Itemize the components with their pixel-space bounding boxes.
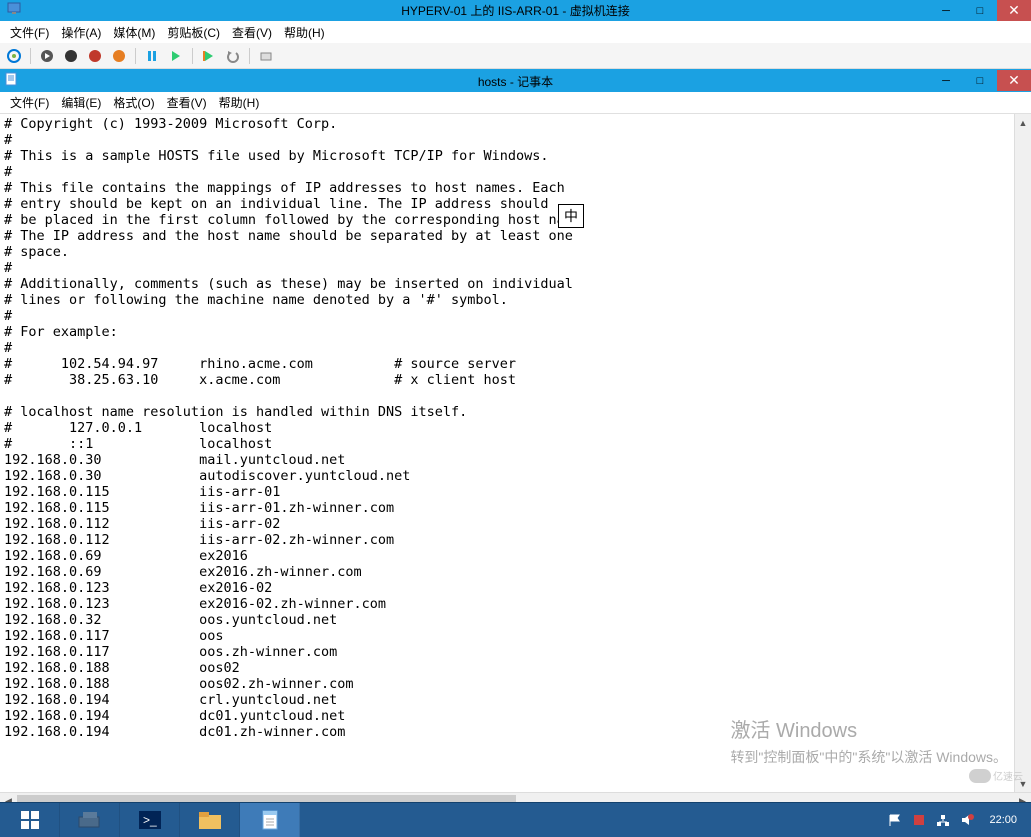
reset-button[interactable] bbox=[166, 46, 186, 66]
separator bbox=[192, 48, 193, 64]
notepad-minimize-button[interactable]: ─ bbox=[929, 70, 963, 91]
minimize-button[interactable]: ─ bbox=[929, 0, 963, 21]
vm-toolbar bbox=[0, 43, 1031, 69]
checkpoint-button[interactable] bbox=[199, 46, 219, 66]
turnoff-button[interactable] bbox=[61, 46, 81, 66]
menu-file[interactable]: 文件(F) bbox=[4, 22, 55, 43]
tray-flag-icon[interactable] bbox=[887, 812, 903, 828]
ime-indicator: 中 bbox=[558, 204, 584, 228]
notepad-menu-file[interactable]: 文件(F) bbox=[4, 92, 55, 113]
system-tray: 22:00 bbox=[879, 803, 1031, 837]
save-button[interactable] bbox=[109, 46, 129, 66]
scroll-up-arrow[interactable]: ▲ bbox=[1015, 114, 1031, 131]
vm-window-title: HYPERV-01 上的 IIS-ARR-01 - 虚拟机连接 bbox=[401, 2, 630, 19]
tray-volume-icon[interactable] bbox=[959, 812, 975, 828]
notepad-icon bbox=[4, 72, 18, 91]
separator bbox=[30, 48, 31, 64]
revert-button[interactable] bbox=[223, 46, 243, 66]
cloud-icon bbox=[969, 769, 991, 783]
vertical-scrollbar[interactable]: ▲ ▼ bbox=[1014, 114, 1031, 792]
start-menu-button[interactable] bbox=[0, 803, 60, 837]
tray-security-icon[interactable] bbox=[911, 812, 927, 828]
menu-clipboard[interactable]: 剪贴板(C) bbox=[161, 22, 226, 43]
vm-icon bbox=[6, 0, 22, 21]
scroll-track[interactable] bbox=[1015, 131, 1031, 775]
taskbar-clock[interactable]: 22:00 bbox=[983, 814, 1023, 827]
cloud-watermark-text: 亿速云 bbox=[993, 768, 1023, 783]
clock-time: 22:00 bbox=[989, 814, 1017, 827]
enhanced-button[interactable] bbox=[256, 46, 276, 66]
explorer-button[interactable] bbox=[180, 803, 240, 837]
close-button[interactable]: ✕ bbox=[997, 0, 1031, 21]
separator bbox=[249, 48, 250, 64]
menu-action[interactable]: 操作(A) bbox=[55, 22, 107, 43]
taskbar: >_ 22:00 bbox=[0, 802, 1031, 837]
vm-menu-bar: 文件(F) 操作(A) 媒体(M) 剪贴板(C) 查看(V) 帮助(H) bbox=[0, 21, 1031, 43]
ctrl-alt-del-button[interactable] bbox=[4, 46, 24, 66]
notepad-menu-edit[interactable]: 编辑(E) bbox=[55, 92, 107, 113]
notepad-title: hosts - 记事本 bbox=[478, 73, 553, 90]
powershell-button[interactable]: >_ bbox=[120, 803, 180, 837]
cloud-watermark: 亿速云 bbox=[969, 768, 1023, 783]
vm-connection-titlebar: HYPERV-01 上的 IIS-ARR-01 - 虚拟机连接 ─ □ ✕ bbox=[0, 0, 1031, 21]
shutdown-button[interactable] bbox=[85, 46, 105, 66]
notepad-close-button[interactable]: ✕ bbox=[997, 70, 1031, 91]
notepad-maximize-button[interactable]: □ bbox=[963, 70, 997, 91]
maximize-button[interactable]: □ bbox=[963, 0, 997, 21]
svg-text:>_: >_ bbox=[143, 813, 157, 827]
notepad-text-area[interactable]: # Copyright (c) 1993-2009 Microsoft Corp… bbox=[0, 114, 1014, 792]
menu-help[interactable]: 帮助(H) bbox=[278, 22, 331, 43]
menu-view[interactable]: 查看(V) bbox=[226, 22, 278, 43]
notepad-menu-format[interactable]: 格式(O) bbox=[107, 92, 160, 113]
server-manager-button[interactable] bbox=[60, 803, 120, 837]
notepad-task-button[interactable] bbox=[240, 803, 300, 837]
notepad-editor-wrapper: # Copyright (c) 1993-2009 Microsoft Corp… bbox=[0, 114, 1031, 792]
start-button[interactable] bbox=[37, 46, 57, 66]
separator bbox=[135, 48, 136, 64]
notepad-menu-help[interactable]: 帮助(H) bbox=[213, 92, 266, 113]
notepad-menu-view[interactable]: 查看(V) bbox=[161, 92, 213, 113]
pause-button[interactable] bbox=[142, 46, 162, 66]
menu-media[interactable]: 媒体(M) bbox=[107, 22, 161, 43]
tray-network-icon[interactable] bbox=[935, 812, 951, 828]
notepad-menu-bar: 文件(F) 编辑(E) 格式(O) 查看(V) 帮助(H) bbox=[0, 92, 1031, 114]
notepad-titlebar: hosts - 记事本 ─ □ ✕ bbox=[0, 70, 1031, 92]
